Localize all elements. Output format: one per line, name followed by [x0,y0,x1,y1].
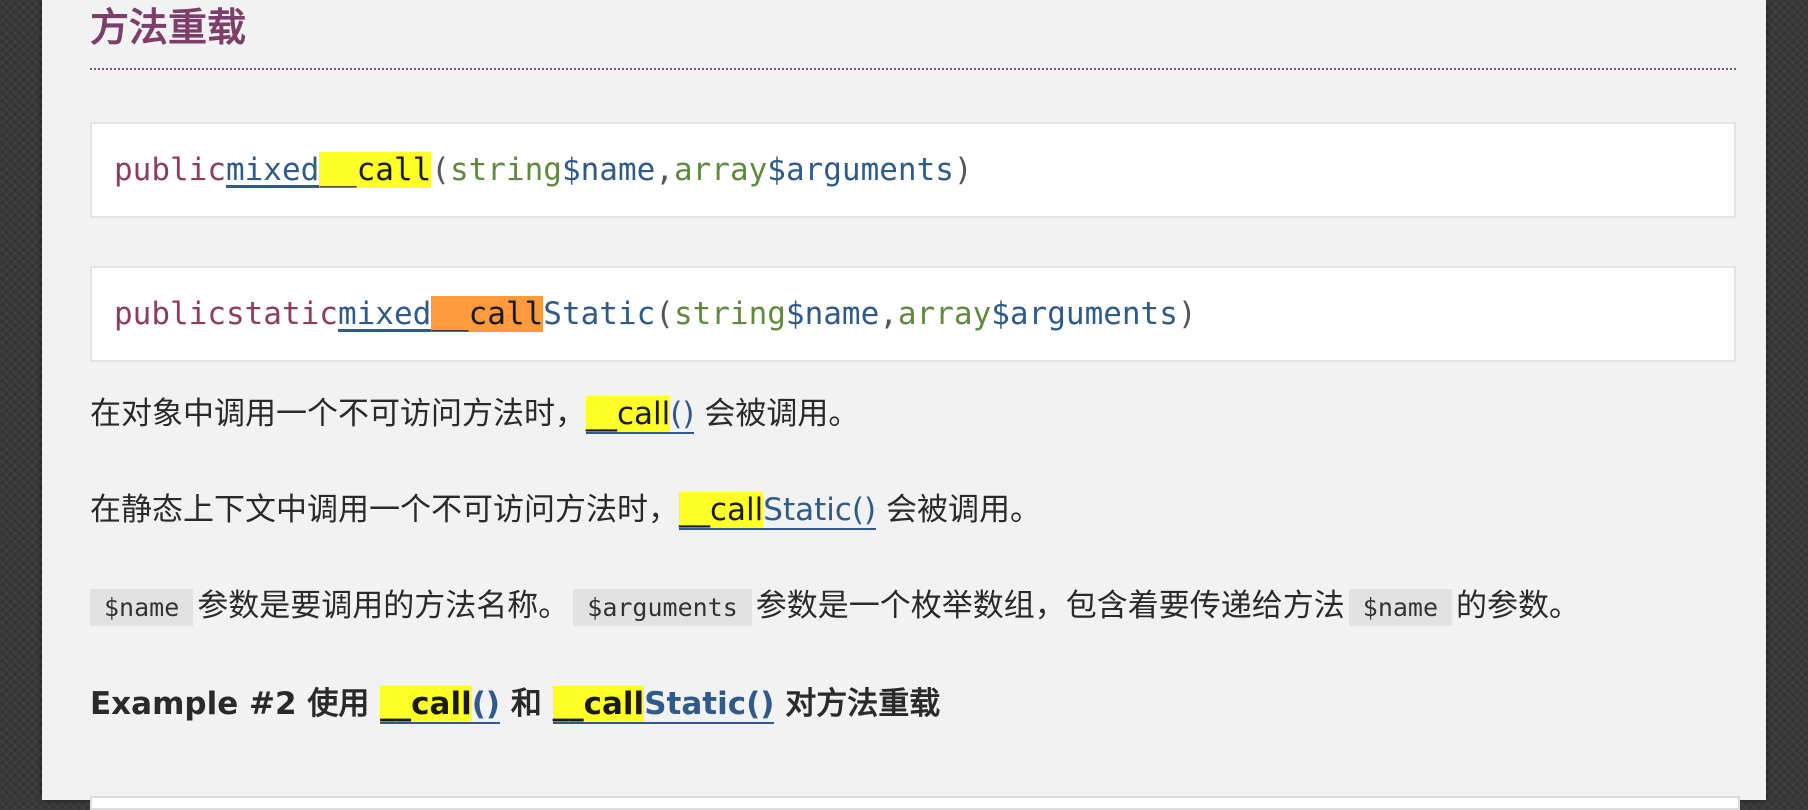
visibility-keyword: public [114,152,226,188]
open-paren: ( [655,296,674,332]
text: 的参数。 [1456,588,1581,624]
param-var: $name [785,296,880,332]
call-link[interactable]: __call() [586,396,695,434]
method-name-rest: Static [543,296,656,332]
static-keyword: static [225,296,338,332]
text: 和 [500,686,553,722]
code-name: $name [1348,589,1453,626]
close-paren: ) [953,152,973,188]
page-title: 方法重载 [90,0,1736,70]
link-rest: Static() [644,686,775,722]
link-highlight: __call [679,492,764,528]
example-code-box [90,796,1740,810]
example-label: Example #2 使用 [90,686,381,722]
callstatic-link[interactable]: __callStatic() [552,686,775,724]
comma: , [655,152,674,188]
link-rest: () [471,686,501,722]
visibility-keyword: public [114,296,226,332]
param-type: string [673,296,786,332]
page: 方法重载 public mixed __call ( string $name … [42,0,1766,810]
text: 会被调用。 [694,396,860,432]
return-type-link[interactable]: mixed [338,296,431,332]
link-rest: Static() [763,492,877,528]
param-type: array [673,152,768,188]
method-signature-call: public mixed __call ( string $name , arr… [90,122,1736,218]
param-type: string [449,152,562,188]
call-link[interactable]: __call() [380,686,501,724]
text: 在对象中调用一个不可访问方法时， [90,396,586,432]
link-highlight: __call [586,396,671,432]
text: 会被调用。 [876,492,1041,528]
description-callstatic: 在静态上下文中调用一个不可访问方法时，__callStatic() 会被调用。 [90,490,1736,530]
text: 参数是一个枚举数组，包含着要传递给方法 [755,588,1345,624]
description-params: $name 参数是要调用的方法名称。 $arguments 参数是一个枚举数组，包含着… [90,586,1736,628]
param-var: $name [561,152,656,188]
description-call: 在对象中调用一个不可访问方法时，__call() 会被调用。 [90,394,1736,434]
param-var: $arguments [767,152,954,188]
close-paren: ) [1177,296,1197,332]
return-type-link[interactable]: mixed [226,152,319,188]
link-rest: () [670,396,695,432]
example-heading: Example #2 使用 __call() 和 __callStatic() … [90,684,1736,724]
param-var: $arguments [991,296,1178,332]
method-signature-callstatic: public static mixed __call Static ( strin… [90,266,1736,362]
code-arguments: $arguments [573,589,752,626]
text: 对方法重载 [774,686,941,722]
code-name: $name [90,589,194,626]
link-highlight: __call [380,686,472,722]
method-name-highlight: __call [431,296,544,332]
open-paren: ( [431,152,450,188]
method-name: __call [319,152,432,188]
comma: , [879,296,898,332]
link-highlight: __call [552,686,645,722]
callstatic-link[interactable]: __callStatic() [679,492,877,530]
param-type: array [897,296,992,332]
content: 方法重载 public mixed __call ( string $name … [90,0,1736,724]
text: 在静态上下文中调用一个不可访问方法时， [90,492,679,528]
text: 参数是要调用的方法名称。 [197,588,570,624]
